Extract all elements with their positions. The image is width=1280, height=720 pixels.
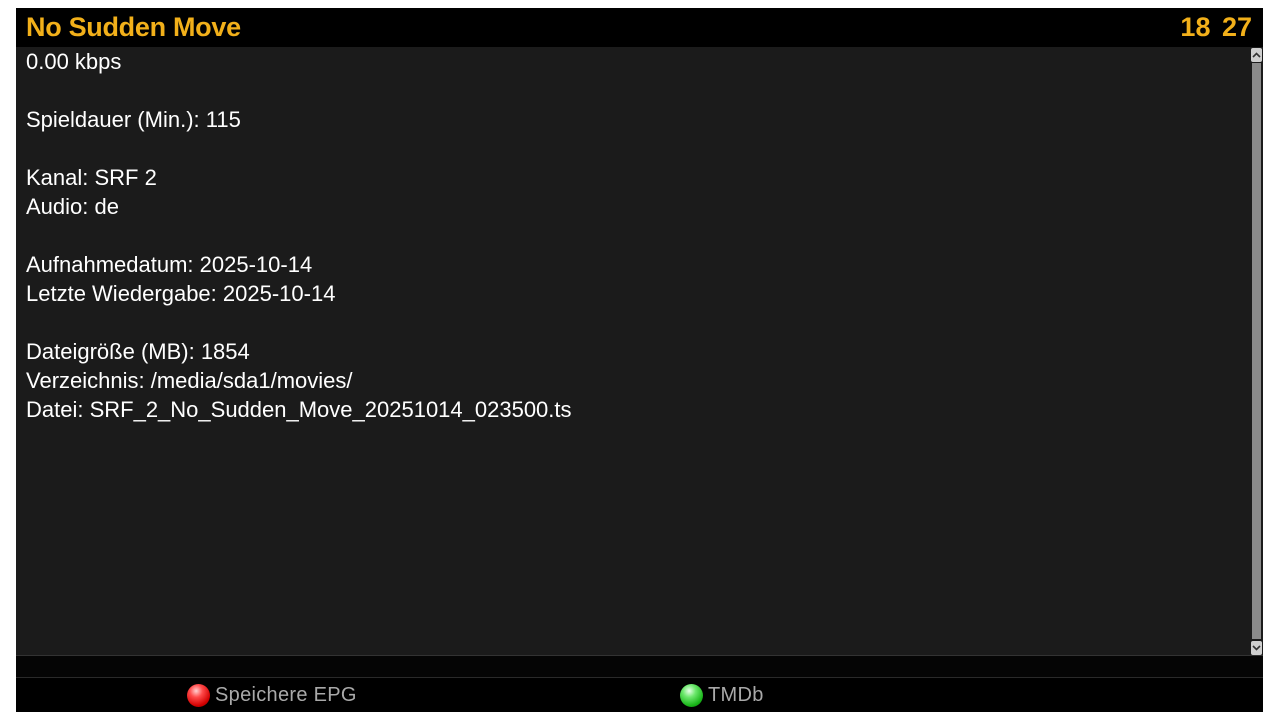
green-key-label: TMDb	[708, 683, 764, 706]
scrollbar[interactable]	[1250, 47, 1263, 655]
red-key-save-epg[interactable]: Speichere EPG	[187, 682, 357, 708]
scroll-up-button[interactable]	[1251, 48, 1262, 62]
movie-info-text: 0.00 kbps Spieldauer (Min.): 115 Kanal: …	[26, 49, 572, 422]
scrollbar-thumb[interactable]	[1252, 63, 1261, 639]
header-bar: No Sudden Move 18 27	[16, 8, 1263, 47]
chevron-down-icon	[1252, 645, 1261, 651]
info-panel[interactable]: 0.00 kbps Spieldauer (Min.): 115 Kanal: …	[16, 47, 1263, 655]
clock: 18 27	[1180, 12, 1252, 42]
green-key-tmdb[interactable]: TMDb	[680, 682, 764, 708]
chevron-up-icon	[1252, 52, 1261, 58]
status-bar	[16, 655, 1263, 678]
red-key-label: Speichere EPG	[215, 683, 357, 706]
green-button-icon	[680, 683, 703, 707]
scroll-down-button[interactable]	[1251, 641, 1262, 655]
movie-info-screen: No Sudden Move 18 27 0.00 kbps Spieldaue…	[16, 8, 1263, 712]
red-button-icon	[187, 683, 210, 707]
movie-title: No Sudden Move	[26, 12, 241, 42]
color-key-bar: Speichere EPG TMDb	[16, 677, 1263, 712]
